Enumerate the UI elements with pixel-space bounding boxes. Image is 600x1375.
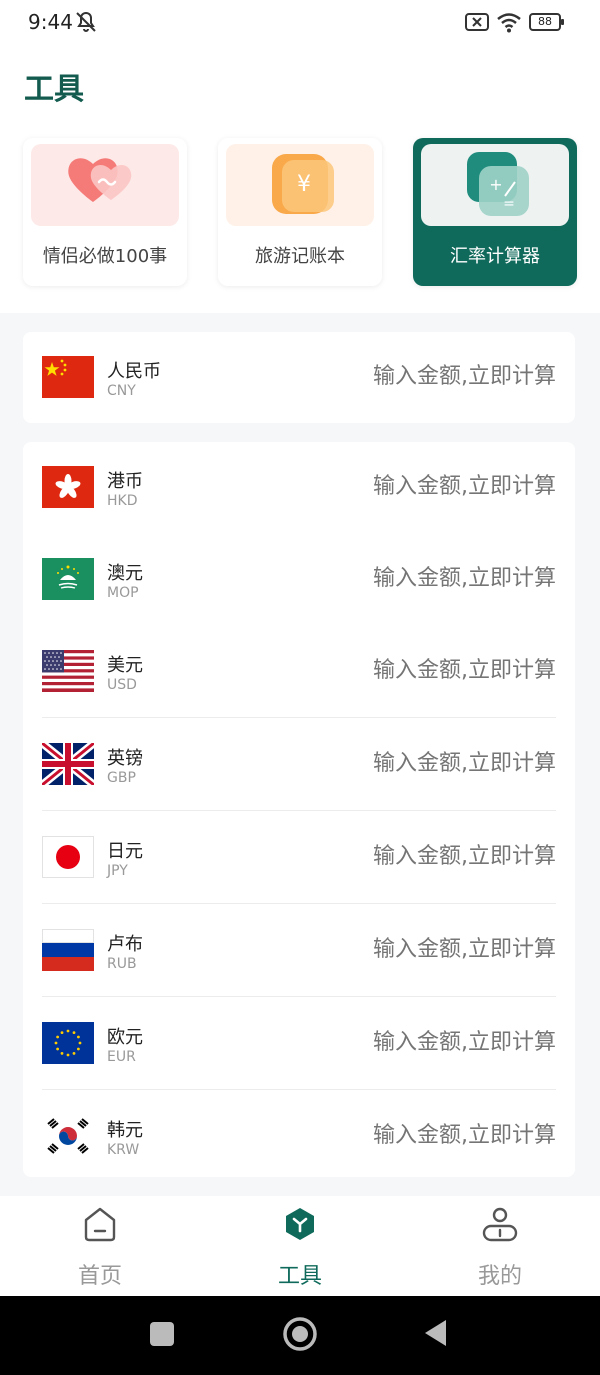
amount-input-jpy[interactable] — [296, 844, 556, 869]
currency-code: USD — [107, 677, 137, 693]
china-flag-icon — [42, 356, 94, 398]
tool-card-travel-ledger[interactable]: ¥ 旅游记账本 — [218, 138, 382, 286]
calculator-icon: + = — [421, 144, 569, 226]
no-sim-icon — [465, 13, 489, 31]
amount-input-gbp[interactable] — [296, 751, 556, 776]
tool-card-exchange-calculator[interactable]: + = 汇率计算器 — [413, 138, 577, 286]
top-section: 9:44 88 工具 情侣必做100事 ¥ 旅游记账本 + = 汇率计算器 — [0, 0, 600, 313]
currency-name: 日元 — [107, 841, 143, 862]
amount-input-eur[interactable] — [296, 1030, 556, 1055]
currency-row-hkd: 港币 HKD — [23, 442, 575, 535]
tool-card-label: 汇率计算器 — [450, 246, 540, 267]
japan-flag-icon — [42, 836, 94, 878]
currency-name: 英镑 — [107, 748, 143, 769]
amount-input-hkd[interactable] — [296, 474, 556, 499]
currency-row-gbp: 英镑 GBP — [23, 719, 575, 812]
tab-label: 我的 — [477, 1264, 522, 1289]
currency-list-panel: 港币 HKD 澳元 MOP — [23, 442, 575, 1177]
usa-flag-icon — [42, 650, 94, 692]
currency-code: KRW — [107, 1142, 140, 1158]
row-divider — [42, 810, 556, 811]
amount-input-usd[interactable] — [296, 658, 556, 683]
currency-row-krw: 韩元 KRW — [23, 1091, 575, 1184]
korea-flag-icon — [42, 1115, 94, 1157]
currency-code: GBP — [107, 770, 136, 786]
svg-text:¥: ¥ — [297, 172, 311, 197]
amount-input-krw[interactable] — [296, 1123, 556, 1148]
battery-indicator: 88 — [529, 13, 564, 31]
tab-profile[interactable]: 我的 — [400, 1196, 600, 1296]
row-divider — [42, 903, 556, 904]
eu-flag-icon — [42, 1022, 94, 1064]
currency-code: CNY — [107, 383, 136, 399]
heart-icon — [31, 144, 179, 226]
status-time: 9:44 — [28, 10, 73, 34]
russia-flag-icon — [42, 929, 94, 971]
tab-label: 工具 — [277, 1264, 322, 1289]
currency-name: 港币 — [107, 471, 143, 492]
wifi-icon — [497, 13, 521, 33]
recents-icon[interactable] — [148, 1320, 176, 1348]
currency-code: EUR — [107, 1049, 136, 1065]
system-nav-bar — [0, 1296, 600, 1375]
currency-code: RUB — [107, 956, 137, 972]
svg-text:=: = — [503, 196, 515, 212]
svg-text:+: + — [489, 175, 502, 194]
row-divider — [42, 996, 556, 997]
currency-row-eur: 欧元 EUR — [23, 998, 575, 1091]
macau-flag-icon — [42, 558, 94, 600]
base-currency-panel: 人民币 CNY — [23, 332, 575, 423]
currency-name: 卢布 — [107, 934, 143, 955]
mute-icon — [76, 11, 96, 32]
currency-row-usd: 美元 USD — [23, 626, 575, 719]
amount-input-mop[interactable] — [296, 566, 556, 591]
tool-card-label: 情侣必做100事 — [42, 246, 168, 267]
page-title: 工具 — [24, 72, 84, 107]
currency-row-mop: 澳元 MOP — [23, 534, 575, 627]
amount-input-cny[interactable] — [296, 364, 556, 389]
bottom-tab-bar: 首页 工具 我的 — [0, 1196, 600, 1296]
row-divider — [42, 717, 556, 718]
currency-row-cny: 人民币 CNY — [23, 332, 575, 425]
tool-card-label: 旅游记账本 — [255, 246, 345, 267]
back-icon[interactable] — [422, 1318, 450, 1348]
tab-tools[interactable]: 工具 — [200, 1196, 400, 1296]
uk-flag-icon — [42, 743, 94, 785]
currency-name: 韩元 — [107, 1120, 143, 1141]
tab-label: 首页 — [77, 1264, 122, 1289]
profile-icon — [482, 1207, 518, 1242]
currency-row-rub: 卢布 RUB — [23, 905, 575, 998]
currency-name: 澳元 — [107, 563, 143, 584]
currency-code: MOP — [107, 585, 139, 601]
currency-code: HKD — [107, 493, 138, 509]
hong-kong-flag-icon — [42, 466, 94, 508]
tool-card-couple-100[interactable]: 情侣必做100事 — [23, 138, 187, 286]
row-divider — [42, 1089, 556, 1090]
home-button-icon[interactable] — [282, 1316, 318, 1352]
tools-icon — [286, 1208, 314, 1240]
tab-home[interactable]: 首页 — [0, 1196, 200, 1296]
status-bar: 9:44 88 — [0, 0, 600, 46]
currency-row-jpy: 日元 JPY — [23, 812, 575, 905]
yen-wallet-icon: ¥ — [226, 144, 374, 226]
currency-name: 美元 — [107, 655, 143, 676]
currency-code: JPY — [107, 863, 128, 879]
currency-name: 人民币 — [107, 361, 161, 382]
home-icon — [84, 1207, 116, 1242]
amount-input-rub[interactable] — [296, 937, 556, 962]
currency-name: 欧元 — [107, 1027, 143, 1048]
